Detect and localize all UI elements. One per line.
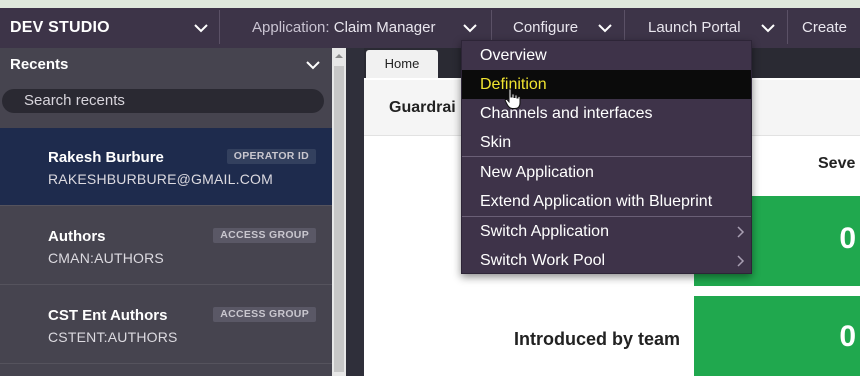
header-divider bbox=[624, 10, 625, 44]
menu-item-skin[interactable]: Skin bbox=[462, 128, 751, 157]
menu-item-switch-application[interactable]: Switch Application bbox=[462, 217, 751, 246]
chevron-down-icon[interactable] bbox=[461, 19, 479, 37]
hand-pointer-cursor-icon bbox=[504, 88, 521, 109]
chevron-right-icon bbox=[737, 255, 745, 267]
search-recents-input[interactable]: Search recents bbox=[2, 89, 324, 113]
menu-item-label: Switch Work Pool bbox=[480, 252, 606, 269]
recents-scrollbar[interactable] bbox=[332, 48, 346, 376]
application-switcher[interactable]: Application: Claim Manager bbox=[252, 8, 435, 48]
menu-item-extend-application[interactable]: Extend Application with Blueprint bbox=[462, 187, 751, 216]
chevron-down-icon[interactable] bbox=[759, 19, 777, 37]
recents-panel: Recents Search recents Rakesh Burbure RA… bbox=[0, 48, 332, 376]
scrollbar-thumb[interactable] bbox=[334, 66, 344, 372]
studio-switcher-label[interactable]: DEV STUDIO bbox=[10, 8, 110, 48]
chevron-right-icon bbox=[737, 226, 745, 238]
chevron-down-icon[interactable] bbox=[596, 19, 614, 37]
metric-tile[interactable]: 0 bbox=[694, 296, 860, 376]
header-divider bbox=[787, 10, 788, 44]
header-divider bbox=[219, 10, 220, 44]
recent-item-name: Rakesh Burbure bbox=[48, 149, 164, 166]
recents-title: Recents bbox=[10, 56, 69, 73]
recent-item-name: CST Ent Authors bbox=[48, 307, 168, 324]
recent-item[interactable]: Authors CMAN:AUTHORS ACCESS GROUP bbox=[0, 207, 332, 285]
chevron-down-icon[interactable] bbox=[192, 19, 210, 37]
menu-item-new-application[interactable]: New Application bbox=[462, 158, 751, 187]
recent-item-sub: CSTENT:AUTHORS bbox=[48, 329, 178, 345]
recent-item-name: Authors bbox=[48, 228, 106, 245]
recent-item-badge: OPERATOR ID bbox=[226, 149, 316, 164]
tab-home[interactable]: Home bbox=[366, 50, 438, 78]
recent-item-sub: CMAN:AUTHORS bbox=[48, 250, 164, 266]
recent-item-sub: RAKESHBURBURE@GMAIL.COM bbox=[48, 171, 273, 187]
panel-gutter bbox=[346, 48, 364, 376]
chevron-down-icon[interactable] bbox=[304, 56, 322, 74]
metric-value: 0 bbox=[839, 320, 856, 353]
menu-item-overview[interactable]: Overview bbox=[462, 41, 751, 70]
menu-item-label: Switch Application bbox=[480, 223, 609, 240]
introduced-by-team-label: Introduced by team bbox=[514, 329, 681, 349]
recent-item-badge: ACCESS GROUP bbox=[213, 307, 316, 322]
top-strip bbox=[0, 0, 860, 8]
application-value: Claim Manager bbox=[333, 19, 436, 36]
menu-item-switch-work-pool[interactable]: Switch Work Pool bbox=[462, 246, 751, 275]
guardrails-title: Guardrai bbox=[389, 99, 456, 116]
severity-column-header: Seve bbox=[818, 155, 856, 172]
header-divider bbox=[491, 10, 492, 44]
scroll-up-arrow-icon[interactable] bbox=[334, 51, 344, 61]
recent-item-badge: ACCESS GROUP bbox=[213, 228, 316, 243]
metric-value: 0 bbox=[839, 222, 856, 255]
recent-item[interactable]: CST Ent Authors CSTENT:AUTHORS ACCESS GR… bbox=[0, 286, 332, 364]
application-dropdown-menu: Overview Definition Channels and interfa… bbox=[461, 40, 752, 274]
recent-item[interactable]: Rakesh Burbure RAKESHBURBURE@GMAIL.COM O… bbox=[0, 128, 332, 206]
menu-divider bbox=[462, 156, 751, 157]
create-menu[interactable]: Create bbox=[802, 8, 847, 48]
application-label: Application: bbox=[252, 19, 330, 36]
